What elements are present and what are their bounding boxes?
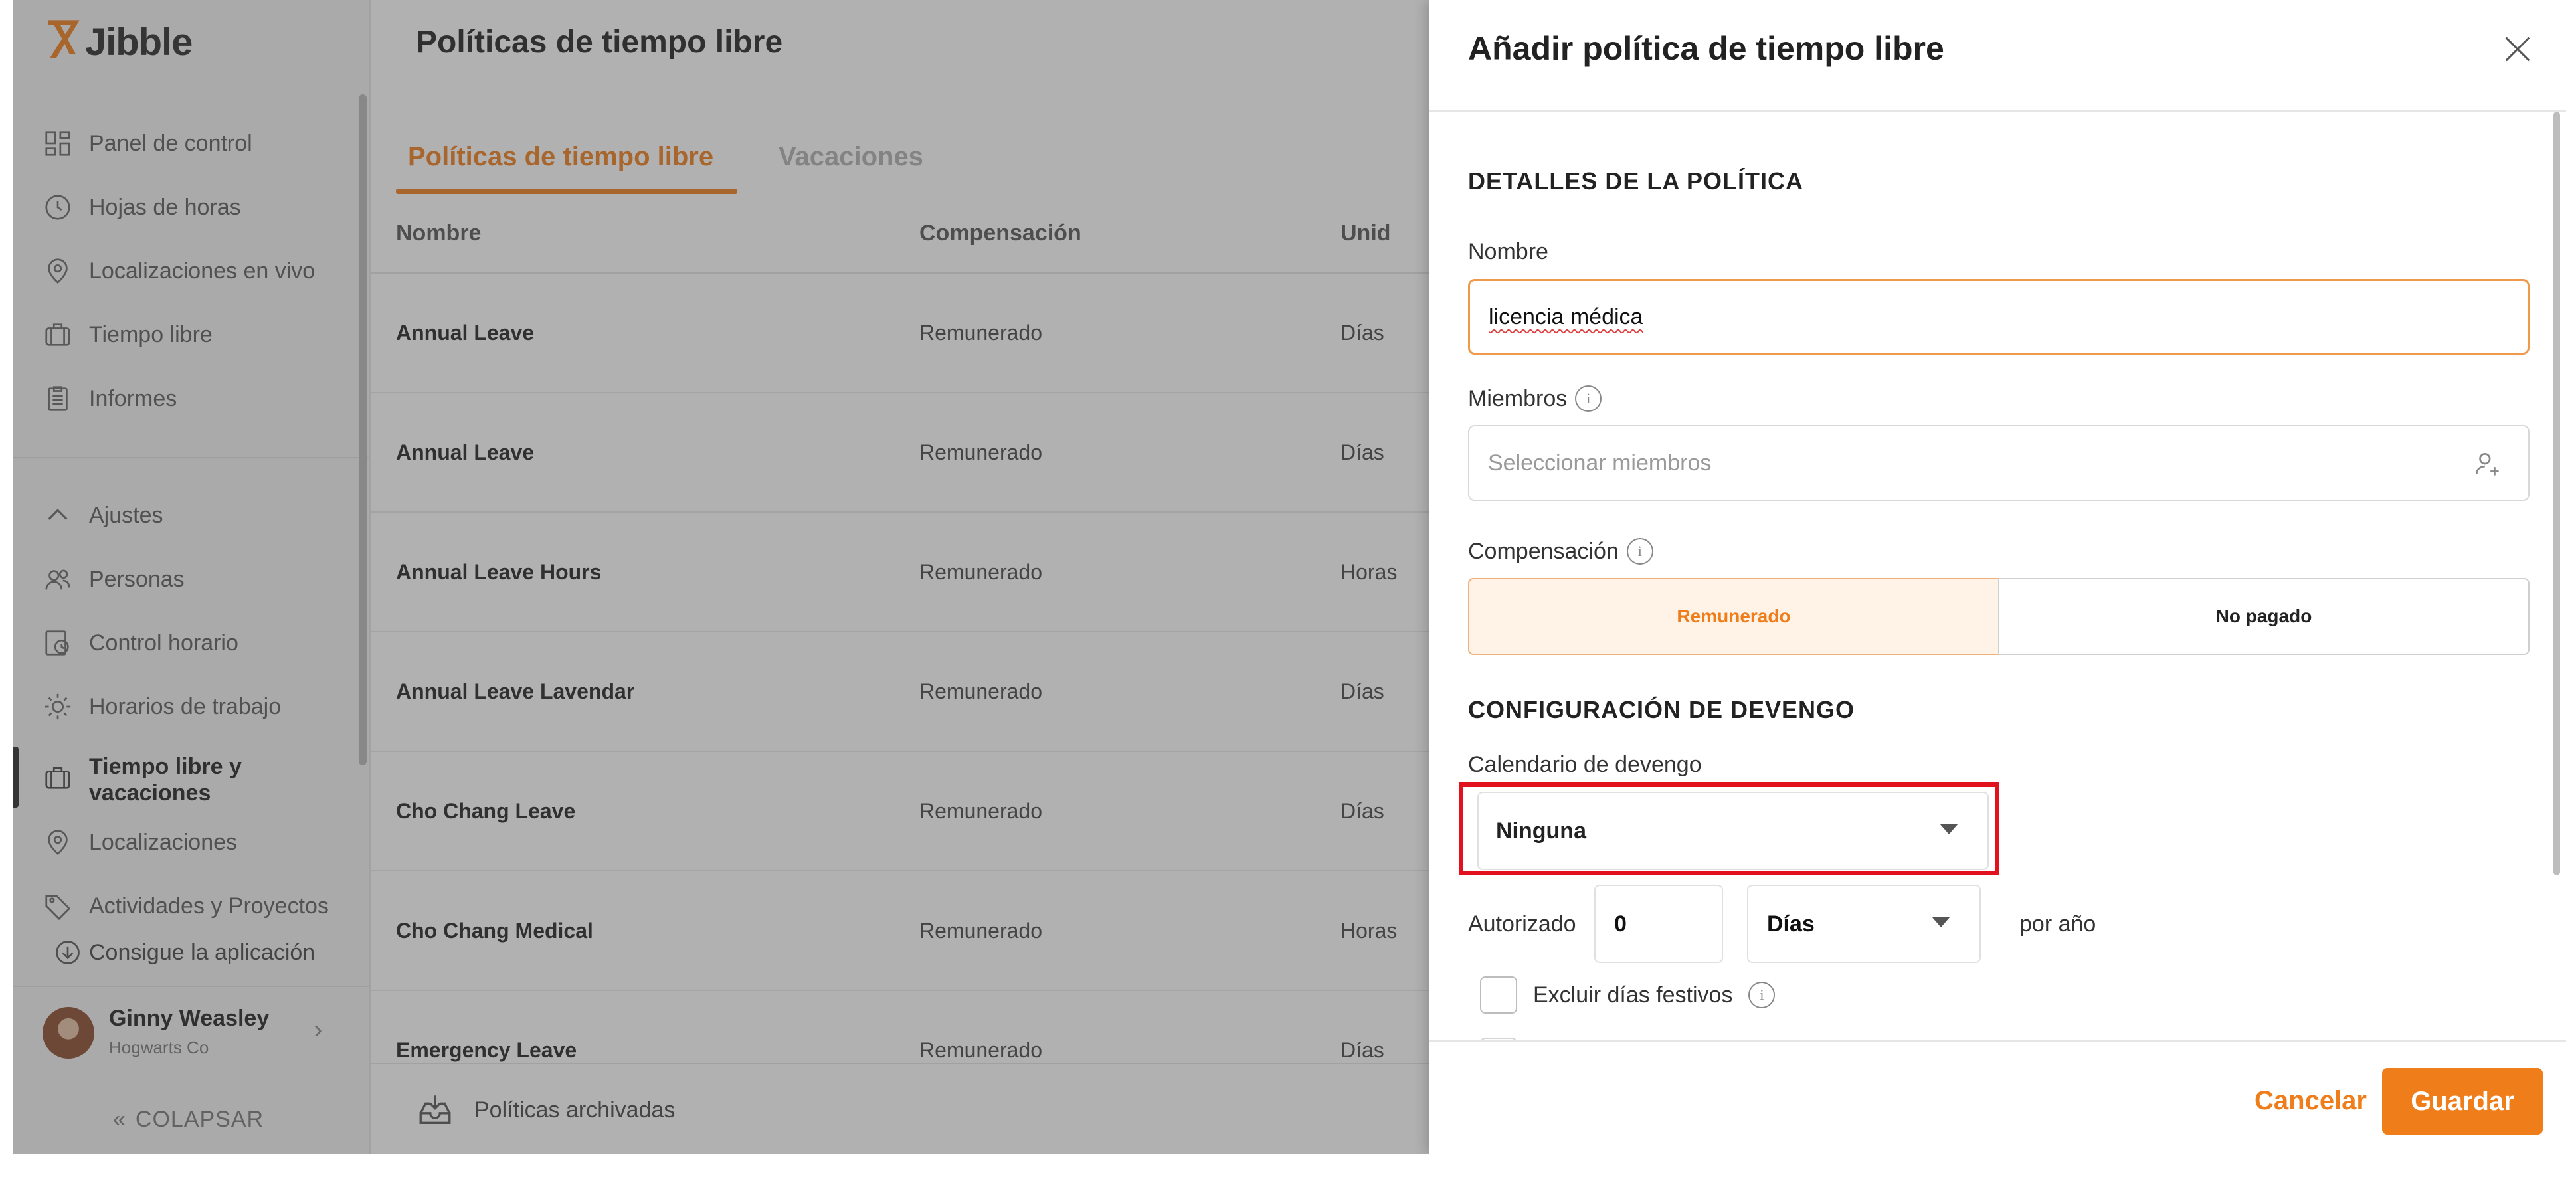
policy-name-input[interactable]: licencia médica [1468, 279, 2530, 355]
add-user-icon [2475, 453, 2499, 476]
members-select[interactable]: Seleccionar miembros [1468, 425, 2530, 501]
drawer-footer: Cancelar Guardar [1429, 1040, 2566, 1154]
drawer-title: Añadir política de tiempo libre [1468, 30, 1944, 67]
policy-name-value: licencia médica [1489, 304, 1643, 329]
section-title-policy-details: DETALLES DE LA POLÍTICA [1468, 167, 1803, 195]
exclude-holidays-label: Excluir días festivos [1533, 982, 1733, 1008]
add-policy-drawer: Añadir política de tiempo libre DETALLES… [1429, 0, 2566, 1154]
members-label: Miembros i [1468, 385, 1602, 412]
authorized-label: Autorizado [1468, 911, 1576, 937]
modal-overlay[interactable] [13, 0, 1431, 1154]
exclude-holidays-row: Excluir días festivos i [1480, 976, 1776, 1014]
members-placeholder: Seleccionar miembros [1488, 450, 1712, 476]
compensation-label-text: Compensación [1468, 538, 1619, 564]
compensation-label: Compensación i [1468, 538, 1653, 565]
caret-down-icon [1932, 917, 1950, 927]
drawer-header: Añadir política de tiempo libre [1429, 0, 2566, 112]
name-label-text: Nombre [1468, 239, 1548, 264]
compensation-unpaid-option[interactable]: No pagado [1998, 578, 2530, 655]
close-icon[interactable] [2500, 32, 2535, 66]
authorized-unit-select[interactable]: Días [1747, 885, 1981, 963]
authorized-unit-value: Días [1767, 911, 1815, 937]
per-year-label: por año [2019, 911, 2096, 937]
info-icon[interactable]: i [1748, 982, 1776, 1008]
save-button[interactable]: Guardar [2382, 1068, 2543, 1135]
accrual-schedule-label: Calendario de devengo [1468, 752, 1702, 778]
app-window: Ⴟ Jibble Panel de control Hojas de horas… [13, 0, 2566, 1154]
section-title-accrual-config: CONFIGURACIÓN DE DEVENGO [1468, 696, 1855, 723]
cancel-button[interactable]: Cancelar [2251, 1077, 2371, 1124]
authorized-amount-input[interactable]: 0 [1594, 885, 1723, 963]
exclude-holidays-checkbox[interactable] [1480, 976, 1517, 1014]
info-icon[interactable]: i [1626, 538, 1653, 565]
compensation-paid-option[interactable]: Remunerado [1468, 578, 1999, 655]
highlight-box [1459, 782, 1999, 875]
members-label-text: Miembros [1468, 385, 1568, 411]
accrual-schedule-label-text: Calendario de devengo [1468, 752, 1702, 777]
authorized-amount-value: 0 [1614, 911, 1627, 937]
drawer-scrollbar[interactable] [2553, 112, 2560, 875]
name-label: Nombre [1468, 239, 1548, 265]
info-icon[interactable]: i [1575, 385, 1602, 412]
